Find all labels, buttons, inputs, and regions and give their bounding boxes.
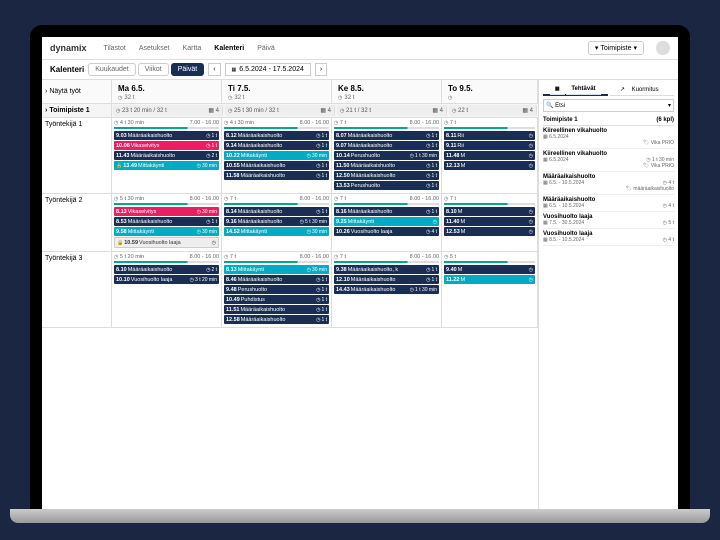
- nav-tilastot[interactable]: Tilastot: [99, 43, 131, 54]
- task-item[interactable]: 10.08 Vikaselvitys1 t: [114, 141, 219, 150]
- task-item[interactable]: 9.07 Määräaikaishuolto1 t: [334, 141, 439, 150]
- task-item[interactable]: 9.16 Määräaikaishuolto5 t 30 min: [224, 217, 329, 226]
- task-item[interactable]: 8.16 Määräaikaishuolto1 t: [334, 207, 439, 216]
- task-item[interactable]: 10.59 Vuosihuolto laaja: [114, 237, 219, 248]
- nav-päivä[interactable]: Päivä: [252, 43, 280, 54]
- task-item[interactable]: 10.22 Mittakäynti30 min: [224, 151, 329, 160]
- task-item[interactable]: 12.10 Määräaikaishuolto1 t: [334, 275, 439, 284]
- task-item[interactable]: 10.26 Vuosihuolto laaja4 t: [334, 227, 439, 236]
- avatar[interactable]: [656, 41, 670, 55]
- task-item[interactable]: 8.07 Määräaikaishuolto1 t: [334, 131, 439, 140]
- nav-asetukset[interactable]: Asetukset: [134, 43, 175, 54]
- task-item[interactable]: 10.49 Puhdistus1 t: [224, 295, 329, 304]
- side-task-item[interactable]: Määräaikaishuolto▦ 6.5. - 10.5.2024 4 t🏷…: [543, 172, 674, 195]
- task-item[interactable]: 11.40 M: [444, 217, 535, 226]
- side-task-item[interactable]: Kiireellinen vikahuolto▦ 6.5.2024 1 t 30…: [543, 149, 674, 172]
- task-item[interactable]: 13.53 Perushuolto1 t: [334, 181, 439, 190]
- task-item[interactable]: 8.13 Mittakäynti30 min: [224, 265, 329, 274]
- logo: dynamix: [50, 43, 87, 53]
- task-item[interactable]: 11.58 Määräaikaishuolto1 t: [224, 171, 329, 180]
- task-item[interactable]: 8.46 Määräaikaishuolto1 t: [224, 275, 329, 284]
- task-item[interactable]: 10.55 Määräaikaishuolto1 t: [224, 161, 329, 170]
- side-task-item[interactable]: Kiireellinen vikahuolto▦ 6.5.2024🏷 Vika …: [543, 126, 674, 149]
- side-task-item[interactable]: Vuosihuolto laaja▦ 7.5. - 30.5.2024 5 t: [543, 212, 674, 229]
- task-item[interactable]: 8.10 M: [444, 207, 535, 216]
- worker-label: Työntekijä 2: [42, 194, 112, 251]
- next-button[interactable]: ›: [315, 63, 327, 76]
- task-item[interactable]: 9.14 Määräaikaishuolto1 t: [224, 141, 329, 150]
- task-item[interactable]: 13.49 Mittakäynti30 min: [114, 161, 219, 170]
- task-item[interactable]: 9.40 M: [444, 265, 535, 274]
- task-item[interactable]: 10.10 Vuosihuolto laaja3 t 20 min: [114, 275, 219, 284]
- task-item[interactable]: 11.48 M: [444, 151, 535, 160]
- task-item[interactable]: 8.14 Määräaikaishuolto1 t: [224, 207, 329, 216]
- task-item[interactable]: 9.03 Määräaikaishuolto1 t: [114, 131, 219, 140]
- task-item[interactable]: 8.11 Rii: [444, 131, 535, 140]
- tab-load[interactable]: ↗ Kuormitus: [610, 84, 675, 96]
- expand-toggle[interactable]: Näytä työt: [42, 80, 112, 103]
- task-item[interactable]: 9.11 Rii: [444, 141, 535, 150]
- prev-button[interactable]: ‹: [208, 63, 220, 76]
- stat-cell: 25 t 30 min / 32 t▦ 4: [225, 105, 335, 116]
- location-filter-button[interactable]: ▾Toimipiste▾: [588, 41, 644, 55]
- stat-cell: 23 t 20 min / 32 t▦ 4: [113, 105, 223, 116]
- nav-kalenteri[interactable]: Kalenteri: [209, 43, 249, 54]
- search-input[interactable]: 🔍 Etsi▾: [543, 99, 674, 112]
- side-panel: Tehtävät ↗ Kuormitus 🔍 Etsi▾ Toimipiste …: [538, 80, 678, 515]
- task-item[interactable]: 8.13 Vikaselvitys30 min: [114, 207, 219, 216]
- day-header: Ti 7.5.: [225, 82, 328, 95]
- worker-label: Työntekijä 1: [42, 118, 112, 193]
- view-päivät[interactable]: Päivät: [171, 63, 204, 76]
- task-item[interactable]: 8.12 Määräaikaishuolto1 t: [224, 131, 329, 140]
- date-range-input[interactable]: 6.5.2024 - 17.5.2024: [225, 63, 311, 76]
- task-item[interactable]: 8.53 Määräaikaishuolto1 t: [114, 217, 219, 226]
- task-item[interactable]: 11.22 M: [444, 275, 535, 284]
- stat-cell: 21 t / 32 t▦ 4: [337, 105, 447, 116]
- page-title: Kalenteri: [50, 65, 84, 74]
- task-item[interactable]: 9.38 Määräaikaishuolto, k1 t: [334, 265, 439, 274]
- worker-label: Työntekijä 3: [42, 252, 112, 327]
- task-item[interactable]: 10.14 Perushuolto1 t 30 min: [334, 151, 439, 160]
- subbar: Kalenteri KuukaudetViikotPäivät ‹ 6.5.20…: [42, 60, 678, 80]
- side-header: Toimipiste 1: [543, 117, 578, 123]
- task-item[interactable]: 11.50 Määräaikaishuolto1 t: [334, 161, 439, 170]
- task-item[interactable]: 11.51 Määräaikaishuolto1 t: [224, 305, 329, 314]
- day-header: Ma 6.5.: [115, 82, 218, 95]
- topnav: TilastotAsetuksetKarttaKalenteriPäivä: [99, 43, 280, 54]
- task-item[interactable]: 12.13 M: [444, 161, 535, 170]
- task-item[interactable]: 9.48 Perushuolto1 t: [224, 285, 329, 294]
- day-header: To 9.5.: [445, 82, 534, 95]
- task-item[interactable]: 9.25 Mittakäynti: [334, 217, 439, 226]
- location-row-header[interactable]: Toimipiste 1: [42, 104, 112, 117]
- view-kuukaudet[interactable]: Kuukaudet: [88, 63, 135, 76]
- task-item[interactable]: 9.58 Mittakäynti30 min: [114, 227, 219, 236]
- task-item[interactable]: 14.43 Määräaikaishuolto1 t 30 min: [334, 285, 439, 294]
- task-item[interactable]: 12.58 Määräaikaishuolto1 t: [224, 315, 329, 324]
- topbar: dynamix TilastotAsetuksetKarttaKalenteri…: [42, 37, 678, 60]
- day-header: Ke 8.5.: [335, 82, 438, 95]
- task-item[interactable]: 12.53 M: [444, 227, 535, 236]
- stat-cell: 22 t▦ 4: [449, 105, 537, 116]
- side-task-item[interactable]: Määräaikaishuolto▦ 6.5. - 10.5.2024 4 t: [543, 195, 674, 212]
- task-item[interactable]: 11.43 Määräaikaishuolto2 t: [114, 151, 219, 160]
- nav-kartta[interactable]: Kartta: [178, 43, 207, 54]
- task-item[interactable]: 8.10 Määräaikaishuolto2 t: [114, 265, 219, 274]
- tab-tasks[interactable]: Tehtävät: [543, 84, 608, 96]
- side-task-item[interactable]: Vuosihuolto laaja▦ 8.5. - 10.5.2024 4 t: [543, 229, 674, 246]
- task-item[interactable]: 12.50 Määräaikaishuolto1 t: [334, 171, 439, 180]
- view-viikot[interactable]: Viikot: [138, 63, 169, 76]
- task-item[interactable]: 14.52 Mittakäynti30 min: [224, 227, 329, 236]
